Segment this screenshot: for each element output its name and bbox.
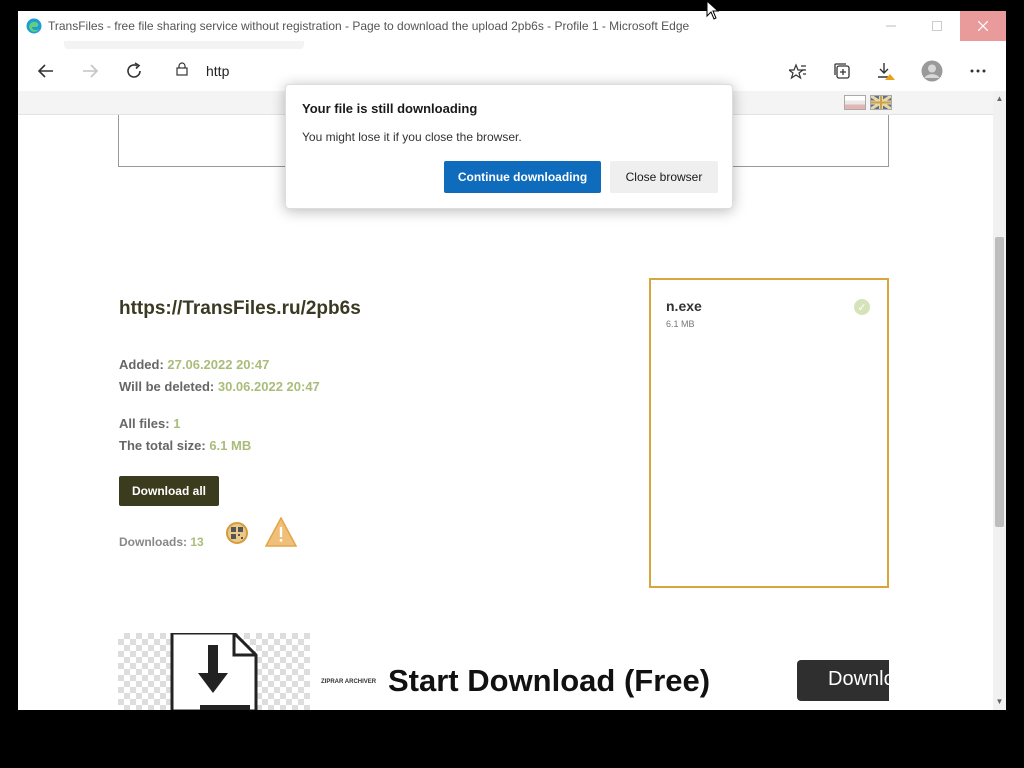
back-button[interactable] [32, 57, 60, 85]
file-panel: n.exe 6.1 MB ✓ [649, 278, 889, 588]
uk-flag-icon[interactable] [870, 94, 892, 111]
deleted-value: 30.06.2022 20:47 [217, 379, 320, 394]
dialog-message: You might lose it if you close the brows… [302, 130, 522, 144]
mouse-cursor-icon [706, 0, 720, 20]
added-label: Added: [119, 357, 164, 372]
maximize-icon [932, 21, 942, 31]
scroll-thumb[interactable] [995, 237, 1004, 527]
downloads-value: 13 [190, 535, 204, 549]
uk-flag-pattern [870, 94, 892, 111]
size-label: The total size: [119, 438, 206, 453]
file-size: 6.1 MB [666, 319, 695, 329]
deleted-row: Will be deleted: 30.06.2022 20:47 [119, 379, 320, 394]
qr-glyph [231, 527, 243, 539]
dialog-title: Your file is still downloading [302, 101, 478, 116]
lock-icon [176, 62, 188, 76]
file-download-icon [170, 633, 258, 710]
size-row: The total size: 6.1 MB [119, 438, 251, 453]
downloads-label: Downloads: [119, 535, 187, 549]
check-icon[interactable]: ✓ [854, 299, 870, 315]
ad-brand: ZIPRAR ARCHIVER [321, 679, 377, 685]
refresh-button[interactable] [120, 57, 148, 85]
ad-banner[interactable]: ZIPRAR ARCHIVER Start Download (Free) Do… [118, 633, 889, 710]
downloads-button[interactable] [872, 57, 900, 85]
scroll-down-icon[interactable]: ▼ [993, 696, 1006, 708]
size-value: 6.1 MB [209, 438, 252, 453]
download-warning-dialog: Your file is still downloading You might… [285, 84, 733, 209]
scroll-up-icon[interactable]: ▲ [993, 93, 1006, 105]
russian-flag-icon[interactable] [844, 95, 866, 110]
profile-icon [921, 60, 943, 82]
collections-icon [834, 63, 850, 79]
download-all-button[interactable]: Download all [119, 476, 219, 506]
more-icon [970, 69, 986, 73]
close-icon [978, 21, 988, 31]
address-text: http [206, 63, 230, 79]
files-value: 1 [173, 416, 181, 431]
more-button[interactable] [964, 57, 992, 85]
active-tab[interactable] [64, 41, 304, 49]
tab-strip [18, 41, 1006, 49]
favorites-icon [789, 63, 806, 80]
upload-link[interactable]: https://TransFiles.ru/2pb6s [119, 298, 361, 320]
added-value: 27.06.2022 20:47 [167, 357, 270, 372]
qr-code-icon[interactable] [226, 522, 248, 544]
continue-downloading-button[interactable]: Continue downloading [444, 161, 601, 193]
address-bar[interactable]: http [164, 54, 294, 86]
window-title: TransFiles - free file sharing service w… [48, 19, 690, 33]
collections-button[interactable] [828, 57, 856, 85]
ad-download-button[interactable]: Downlo [797, 660, 889, 701]
forward-icon [83, 64, 99, 78]
forward-button[interactable] [76, 57, 104, 85]
edge-logo-icon [26, 18, 42, 34]
files-label: All files: [119, 416, 170, 431]
report-warning-icon[interactable] [265, 517, 297, 547]
close-window-button[interactable] [960, 11, 1006, 41]
ad-title: Start Download (Free) [388, 663, 711, 698]
vertical-scrollbar[interactable]: ▲ ▼ [993, 91, 1006, 710]
minimize-button[interactable] [868, 11, 914, 41]
favorites-button[interactable] [784, 57, 812, 85]
minimize-icon [886, 25, 896, 27]
added-row: Added: 27.06.2022 20:47 [119, 357, 269, 372]
title-bar: TransFiles - free file sharing service w… [18, 11, 1006, 41]
back-icon [37, 64, 53, 78]
close-browser-button[interactable]: Close browser [610, 161, 718, 193]
downloads-icon [878, 63, 895, 80]
refresh-icon [127, 62, 141, 78]
deleted-label: Will be deleted: [119, 379, 215, 394]
files-row: All files: 1 [119, 416, 180, 431]
profile-button[interactable] [918, 57, 946, 85]
downloads-count: Downloads: 13 [119, 535, 204, 549]
maximize-button[interactable] [914, 11, 960, 41]
file-name[interactable]: n.exe [666, 298, 702, 314]
